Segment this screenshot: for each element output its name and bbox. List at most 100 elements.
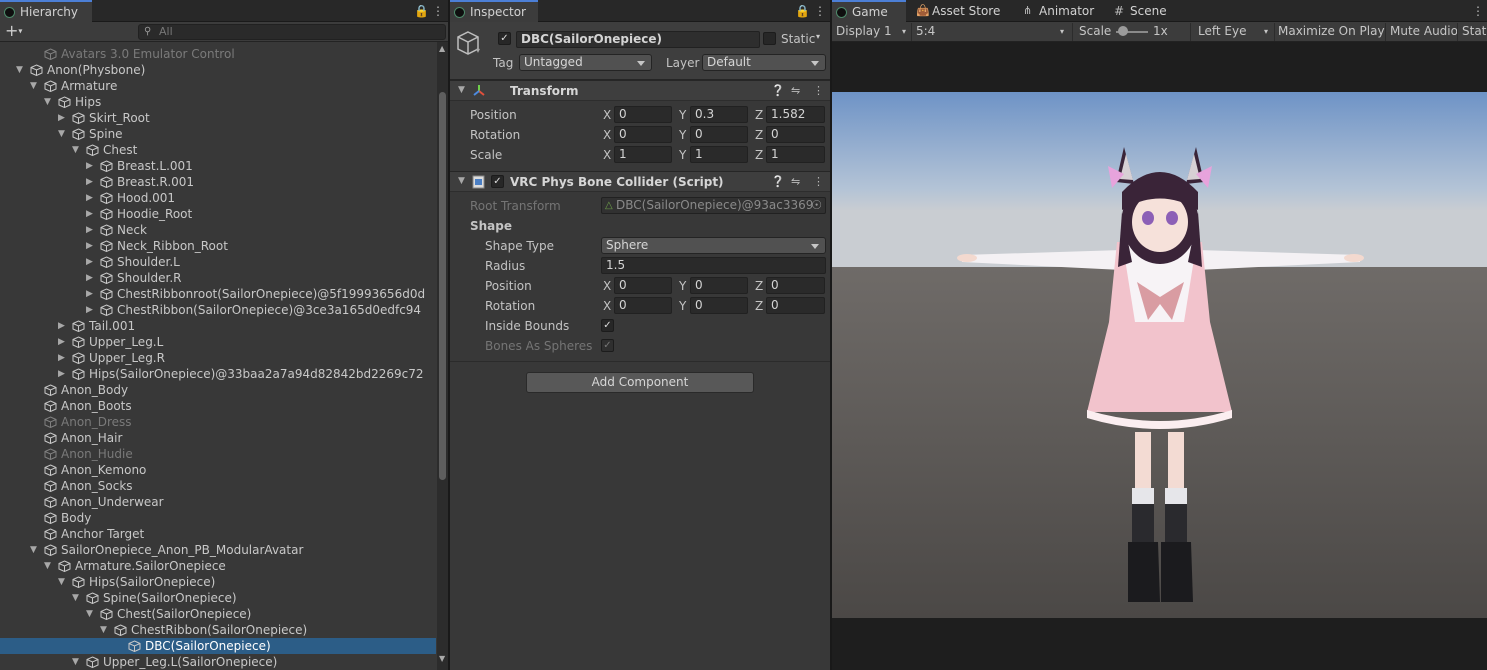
hierarchy-row[interactable]: ▶ Upper_Leg.L <box>0 334 436 350</box>
rotation-x-input[interactable]: 0 <box>614 126 672 143</box>
eye-dropdown[interactable]: Left Eye ▾ <box>1198 22 1274 42</box>
hierarchy-row[interactable]: ▶ Shoulder.L <box>0 254 436 270</box>
icon-dropdown-icon[interactable]: ▾ <box>476 46 480 55</box>
layer-dropdown[interactable]: Default <box>702 54 826 71</box>
maximize-on-play-toggle[interactable]: Maximize On Play <box>1278 22 1385 42</box>
game-viewport[interactable] <box>832 92 1487 618</box>
collapsed-arrow-icon[interactable]: ▶ <box>86 270 96 286</box>
hierarchy-row[interactable]: Anon_Boots <box>0 398 436 414</box>
component-menu-icon[interactable]: ⋮ <box>813 83 824 99</box>
more-menu-icon[interactable]: ⋮ <box>814 0 826 22</box>
tab-game[interactable]: Game <box>832 0 906 22</box>
aspect-dropdown[interactable]: 5:4 ▾ <box>916 22 1070 42</box>
collider-rotation-z-input[interactable]: 0 <box>766 297 825 314</box>
expanded-arrow-icon[interactable]: ▼ <box>72 654 82 670</box>
scale-z-input[interactable]: 1 <box>766 146 825 163</box>
collapsed-arrow-icon[interactable]: ▶ <box>86 222 96 238</box>
hierarchy-row[interactable]: Avatars 3.0 Emulator Control <box>0 46 436 62</box>
scroll-up-icon[interactable]: ▲ <box>439 44 445 53</box>
add-component-button[interactable]: Add Component <box>526 372 754 393</box>
axis-x-label[interactable]: X <box>603 147 611 163</box>
hierarchy-row[interactable]: DBC(SailorOnepiece) <box>0 638 436 654</box>
expanded-arrow-icon[interactable]: ▼ <box>44 558 54 574</box>
mute-audio-toggle[interactable]: Mute Audio <box>1390 22 1458 42</box>
preset-sliders-icon[interactable]: ⇋ <box>791 174 800 190</box>
axis-x-label[interactable]: X <box>603 278 611 294</box>
hierarchy-row[interactable]: Anon_Hair <box>0 430 436 446</box>
hierarchy-row[interactable]: ▼ ChestRibbon(SailorOnepiece) <box>0 622 436 638</box>
static-chevron-icon[interactable]: ▾ <box>816 32 820 41</box>
hierarchy-row[interactable]: ▼ Chest(SailorOnepiece) <box>0 606 436 622</box>
axis-y-label[interactable]: Y <box>679 298 686 314</box>
collider-position-x-input[interactable]: 0 <box>614 277 672 294</box>
hierarchy-row[interactable]: ▼ Spine(SailorOnepiece) <box>0 590 436 606</box>
stats-toggle[interactable]: Stat <box>1462 22 1486 42</box>
collider-enabled-checkbox[interactable]: ✓ <box>491 175 504 188</box>
active-checkbox[interactable]: ✓ <box>498 32 511 45</box>
hierarchy-row[interactable]: ▶ Hoodie_Root <box>0 206 436 222</box>
collapsed-arrow-icon[interactable]: ▶ <box>86 286 96 302</box>
hierarchy-row[interactable]: ▶ Upper_Leg.R <box>0 350 436 366</box>
hierarchy-row[interactable]: ▼ Hips <box>0 94 436 110</box>
lock-icon[interactable]: 🔒 <box>414 0 429 22</box>
collider-position-z-input[interactable]: 0 <box>766 277 825 294</box>
collapsed-arrow-icon[interactable]: ▶ <box>86 206 96 222</box>
scale-slider-handle[interactable] <box>1118 26 1128 36</box>
display-dropdown[interactable]: Display 1 ▾ <box>836 22 910 42</box>
hierarchy-row[interactable]: ▶ Hood.001 <box>0 190 436 206</box>
position-y-input[interactable]: 0.3 <box>690 106 748 123</box>
collider-position-y-input[interactable]: 0 <box>690 277 748 294</box>
hierarchy-row[interactable]: Anon_Hudie <box>0 446 436 462</box>
expanded-arrow-icon[interactable]: ▼ <box>100 622 110 638</box>
position-z-input[interactable]: 1.582 <box>766 106 825 123</box>
tab-asset-store[interactable]: 👜 Asset Store <box>912 0 1004 22</box>
hierarchy-row[interactable]: ▶ Tail.001 <box>0 318 436 334</box>
rotation-z-input[interactable]: 0 <box>766 126 825 143</box>
object-name-input[interactable]: DBC(SailorOnepiece) <box>516 31 760 48</box>
more-menu-icon[interactable]: ⋮ <box>1472 0 1484 22</box>
hierarchy-row[interactable]: ▶ ChestRibbon(SailorOnepiece)@3ce3a165d0e… <box>0 302 436 318</box>
preset-sliders-icon[interactable]: ⇋ <box>791 83 800 99</box>
axis-z-label[interactable]: Z <box>755 147 763 163</box>
hierarchy-row[interactable]: ▼ Armature.SailorOnepiece <box>0 558 436 574</box>
collapsed-arrow-icon[interactable]: ▶ <box>86 254 96 270</box>
tab-animator[interactable]: ⋔ Animator <box>1019 0 1101 22</box>
radius-input[interactable]: 1.5 <box>601 257 826 274</box>
collider-rotation-y-input[interactable]: 0 <box>690 297 748 314</box>
collapsed-arrow-icon[interactable]: ▶ <box>58 334 68 350</box>
collapsed-arrow-icon[interactable]: ▶ <box>86 238 96 254</box>
hierarchy-scroll-thumb[interactable] <box>439 92 446 480</box>
hierarchy-row[interactable]: ▼ Chest <box>0 142 436 158</box>
collapsed-arrow-icon[interactable]: ▶ <box>58 110 68 126</box>
hierarchy-row[interactable]: Anchor Target <box>0 526 436 542</box>
add-object-button[interactable]: +▾ <box>5 22 22 41</box>
hierarchy-row[interactable]: ▶ Neck_Ribbon_Root <box>0 238 436 254</box>
axis-x-label[interactable]: X <box>603 298 611 314</box>
expanded-arrow-icon[interactable]: ▼ <box>72 142 82 158</box>
axis-y-label[interactable]: Y <box>679 107 686 123</box>
hierarchy-row[interactable]: ▶ Hips(SailorOnepiece)@33baa2a7a94d82842b… <box>0 366 436 382</box>
lock-icon[interactable]: 🔒 <box>795 0 810 22</box>
root-transform-field[interactable]: △ DBC(SailorOnepiece)@93ac3369 ☉ <box>601 197 826 214</box>
help-icon[interactable]: ❔ <box>771 174 785 190</box>
hierarchy-row[interactable]: Anon_Dress <box>0 414 436 430</box>
expanded-arrow-icon[interactable]: ▼ <box>16 62 26 78</box>
scale-x-input[interactable]: 1 <box>614 146 672 163</box>
expanded-arrow-icon[interactable]: ▼ <box>58 126 68 142</box>
axis-x-label[interactable]: X <box>603 127 611 143</box>
shape-type-dropdown[interactable]: Sphere <box>601 237 826 254</box>
hierarchy-row[interactable]: Anon_Socks <box>0 478 436 494</box>
hierarchy-search-input[interactable]: ⚲ All <box>138 24 446 40</box>
axis-z-label[interactable]: Z <box>755 107 763 123</box>
collapsed-arrow-icon[interactable]: ▶ <box>58 366 68 382</box>
scroll-down-icon[interactable]: ▼ <box>439 654 445 663</box>
expanded-arrow-icon[interactable]: ▼ <box>58 574 68 590</box>
collapsed-arrow-icon[interactable]: ▶ <box>86 174 96 190</box>
collapsed-arrow-icon[interactable]: ▶ <box>58 350 68 366</box>
hierarchy-row[interactable]: ▼ Anon(Physbone) <box>0 62 436 78</box>
expanded-arrow-icon[interactable]: ▼ <box>30 78 40 94</box>
axis-z-label[interactable]: Z <box>755 278 763 294</box>
tab-scene[interactable]: # Scene <box>1110 0 1176 22</box>
collider-header[interactable]: ▼ ✓ VRC Phys Bone Collider (Script) ❔ ⇋ … <box>450 171 830 192</box>
transform-header[interactable]: ▼ Transform ❔ ⇋ ⋮ <box>450 80 830 101</box>
